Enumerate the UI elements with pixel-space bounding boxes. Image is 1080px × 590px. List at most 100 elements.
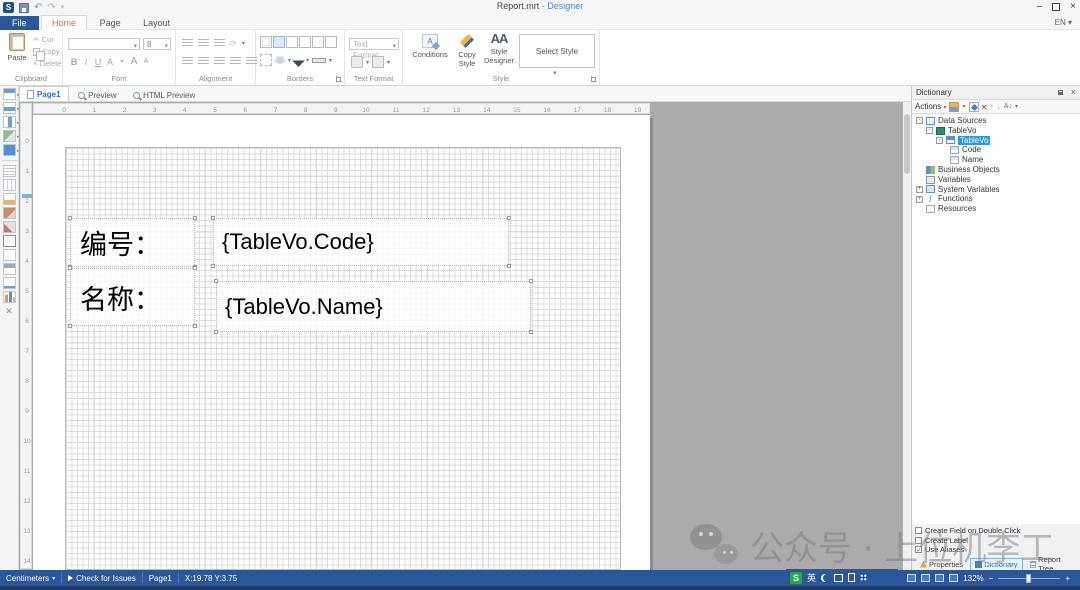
sub-report-tool[interactable] — [3, 263, 16, 275]
border-color-icon[interactable] — [292, 54, 305, 67]
tab-page1[interactable]: Page1 — [19, 86, 69, 101]
tab-report-tree[interactable]: Report Tree — [1025, 558, 1080, 571]
tab-page[interactable]: Page — [90, 16, 131, 31]
checkbox-unchecked-icon[interactable] — [915, 537, 922, 544]
image-tool[interactable] — [3, 207, 16, 219]
barcode-tool[interactable] — [3, 221, 16, 233]
tab-layout[interactable]: Layout — [133, 16, 180, 31]
bottom-border-icon[interactable] — [299, 36, 311, 48]
data-field-code[interactable]: {TableVo.Code} — [213, 218, 509, 266]
copy-style-button[interactable]: CopyStyle — [453, 34, 481, 68]
text-rotation-icon[interactable]: ⟳ — [230, 39, 237, 48]
chart-tool[interactable] — [3, 291, 16, 303]
right-border-icon[interactable] — [325, 36, 337, 48]
custom-format-icon[interactable] — [372, 56, 384, 68]
shrink-font-button[interactable]: A — [140, 56, 152, 68]
data-field-name[interactable]: {TableVo.Name} — [216, 281, 531, 332]
font-family-combo[interactable]: ▾ — [68, 38, 140, 50]
move-up-icon[interactable]: ↑ — [990, 102, 994, 111]
collapse-icon[interactable]: - — [926, 127, 933, 134]
actions-button[interactable]: Actions ▾ — [915, 102, 946, 111]
align-center-icon[interactable] — [198, 57, 209, 66]
tree-node-column-name[interactable]: Name — [950, 155, 1080, 165]
select-style-gallery[interactable]: Select Style — [519, 34, 595, 68]
option-create-field[interactable]: Create Field on Double Click — [915, 526, 1077, 536]
new-item-dropdown-icon[interactable]: ▾ — [962, 103, 965, 110]
checkbox-unchecked-icon[interactable] — [915, 527, 922, 534]
align-top-icon[interactable] — [182, 39, 193, 48]
new-item-icon[interactable] — [949, 102, 959, 112]
design-grid[interactable] — [65, 147, 621, 570]
text-label-code[interactable]: 编号： — [70, 218, 195, 267]
tab-dictionary[interactable]: Dictionary — [970, 558, 1022, 571]
vertical-ruler[interactable]: 01234567891011121314 — [20, 103, 32, 569]
tab-file[interactable]: File — [0, 16, 39, 31]
tree-node-variables[interactable]: Variables — [916, 175, 1080, 185]
components-tool[interactable]: ▸ — [3, 144, 16, 156]
fill-color-icon[interactable] — [275, 56, 285, 65]
font-color-dropdown-icon[interactable]: ▾ — [116, 56, 128, 68]
tab-html-preview[interactable]: HTML Preview — [126, 88, 202, 103]
view-logical-icon[interactable] — [935, 574, 944, 582]
zoom-slider-thumb[interactable] — [1026, 574, 1031, 583]
tab-home[interactable]: Home — [41, 15, 87, 30]
align-justify-icon[interactable] — [230, 57, 241, 66]
bold-button[interactable]: B — [68, 56, 80, 68]
zoom-in-button[interactable]: + — [1065, 574, 1070, 583]
collapse-icon[interactable]: - — [936, 137, 943, 144]
language-selector[interactable]: EN ▾ — [1055, 15, 1072, 30]
infographics-tool[interactable]: ▸ — [3, 130, 16, 142]
shapes-tool[interactable]: ✕ — [3, 305, 16, 317]
tab-preview[interactable]: Preview — [71, 88, 123, 103]
view-page-break-icon[interactable] — [921, 574, 930, 582]
tree-node-functions[interactable]: + ƒ Functions — [916, 194, 1080, 204]
ime-language-icon[interactable]: 英 — [807, 571, 816, 584]
align-right-icon[interactable] — [214, 57, 225, 66]
bands-tool[interactable]: ▸ — [3, 88, 16, 100]
sort-icon[interactable]: A↓ — [1004, 103, 1012, 110]
zoom-out-button[interactable]: − — [989, 574, 994, 583]
tab-properties[interactable]: Properties — [915, 558, 968, 571]
underline-button[interactable]: U — [92, 56, 104, 68]
page-bands-tool[interactable]: ▸ — [3, 102, 16, 114]
borders-dialog-launcher-icon[interactable] — [336, 76, 342, 82]
page-break-tool[interactable] — [3, 249, 16, 261]
border-color-dropdown-icon[interactable]: ▾ — [306, 57, 309, 64]
rotation-dropdown-icon[interactable]: ▾ — [242, 40, 245, 47]
units-selector[interactable]: Centimeters▾ — [6, 574, 55, 583]
tree-node-data-sources[interactable]: - Data Sources — [916, 116, 1080, 126]
checkbox-checked-icon[interactable]: ✓ — [915, 546, 922, 553]
report-page[interactable]: 编号： {TableVo.Code} 名称： {TableVo.Name} — [33, 115, 650, 570]
zoom-slider[interactable] — [998, 578, 1060, 579]
text-label-name[interactable]: 名称： — [70, 268, 195, 326]
copy-button[interactable]: Copy — [33, 47, 60, 56]
panel-close-icon[interactable]: × — [1071, 87, 1076, 97]
text-tool[interactable] — [3, 165, 16, 177]
scrollbar-thumb[interactable] — [904, 114, 910, 174]
italic-button[interactable]: I — [80, 56, 92, 68]
ime-keyboard-icon[interactable] — [834, 574, 843, 582]
align-middle-icon[interactable] — [198, 39, 209, 48]
rich-text-tool[interactable] — [3, 193, 16, 205]
border-style-icon[interactable] — [312, 58, 326, 63]
tree-node-table-tablevo[interactable]: - TableVo — [936, 136, 1080, 146]
left-border-icon[interactable] — [312, 36, 324, 48]
paste-button[interactable]: Paste — [4, 33, 30, 62]
option-create-label[interactable]: Create Label — [915, 536, 1077, 546]
conditions-button[interactable]: A Conditions — [409, 34, 451, 59]
cross-bands-tool[interactable]: ▸ — [3, 116, 16, 128]
align-bottom-icon[interactable] — [214, 39, 225, 48]
font-color-button[interactable]: A — [104, 56, 116, 68]
style-designer-button[interactable]: AA StyleDesigner — [483, 32, 515, 65]
delete-button[interactable]: × Delete — [33, 59, 61, 68]
pin-icon[interactable] — [1058, 90, 1063, 95]
collapse-icon[interactable]: - — [916, 117, 923, 124]
cut-button[interactable]: ✂ Cut — [33, 35, 53, 44]
ime-person-icon[interactable] — [848, 573, 855, 582]
all-borders-icon[interactable] — [260, 36, 272, 48]
border-style-dropdown-icon[interactable]: ▾ — [329, 57, 332, 64]
sogou-logo-icon[interactable]: S — [790, 572, 802, 584]
custom-format-dropdown-icon[interactable]: ▾ — [387, 59, 390, 66]
minimize-icon[interactable]: – — [1037, 0, 1043, 14]
general-format-icon[interactable] — [351, 56, 363, 68]
